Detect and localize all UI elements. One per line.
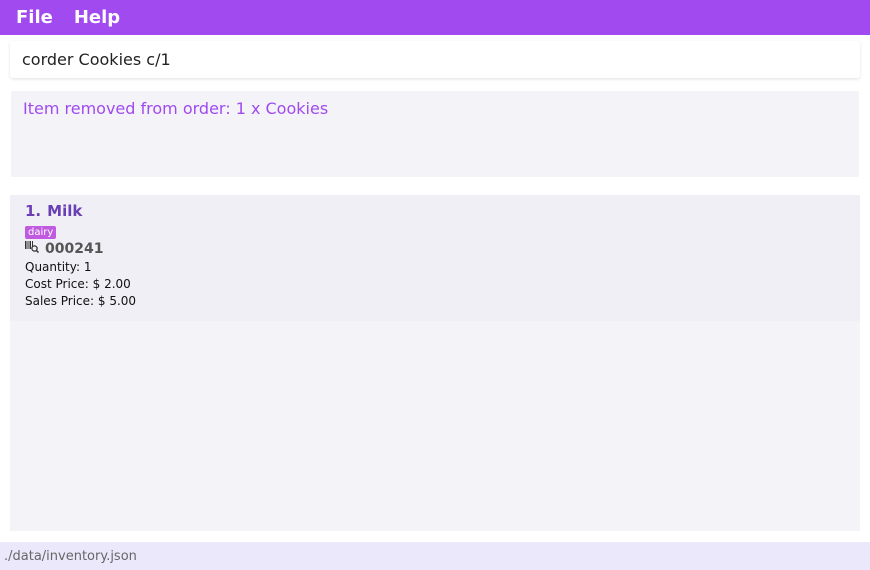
- data-file-path: ./data/inventory.json: [4, 548, 137, 564]
- result-display: Item removed from order: 1 x Cookies: [11, 91, 859, 177]
- menu-help[interactable]: Help: [74, 7, 120, 28]
- barcode-scan-icon: [25, 241, 40, 257]
- item-barcode-row: 000241: [25, 241, 845, 257]
- command-input[interactable]: [22, 41, 860, 78]
- item-tag: dairy: [25, 226, 57, 239]
- result-message: Item removed from order: 1 x Cookies: [23, 99, 329, 118]
- menu-file[interactable]: File: [16, 7, 53, 28]
- item-name: Milk: [47, 202, 83, 220]
- item-barcode: 000241: [45, 241, 104, 257]
- item-list[interactable]: 1. Milk dairy 000241 Quantity: 1 Cost Pr…: [10, 195, 860, 531]
- status-bar: ./data/inventory.json: [0, 542, 870, 570]
- item-title: 1. Milk: [25, 202, 845, 220]
- command-box[interactable]: [10, 41, 860, 78]
- item-index: 1.: [25, 202, 42, 220]
- item-cost-price: Cost Price: $ 2.00: [25, 277, 131, 291]
- item-card[interactable]: 1. Milk dairy 000241 Quantity: 1 Cost Pr…: [10, 195, 860, 321]
- item-quantity: Quantity: 1: [25, 260, 92, 274]
- item-sales-price: Sales Price: $ 5.00: [25, 294, 137, 308]
- menu-bar: File Help: [0, 0, 870, 35]
